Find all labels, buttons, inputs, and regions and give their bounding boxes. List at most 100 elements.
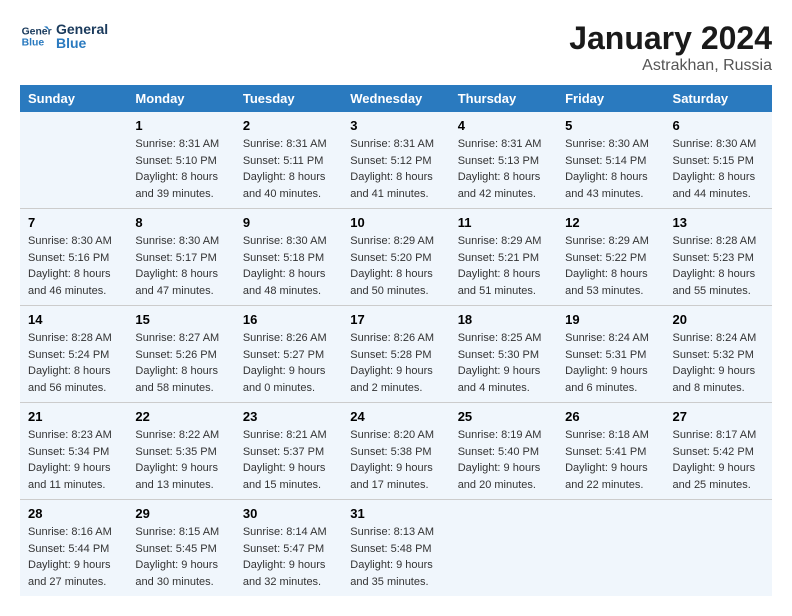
svg-text:Blue: Blue xyxy=(22,38,45,49)
week-row-2: 7Sunrise: 8:30 AMSunset: 5:16 PMDaylight… xyxy=(20,209,772,305)
day-info: Sunrise: 8:17 AMSunset: 5:42 PMDaylight:… xyxy=(673,427,764,493)
calendar-table: SundayMondayTuesdayWednesdayThursdayFrid… xyxy=(20,85,772,596)
calendar-cell xyxy=(665,500,772,596)
day-number: 31 xyxy=(350,506,441,521)
column-header-tuesday: Tuesday xyxy=(235,85,342,112)
day-number: 16 xyxy=(243,312,334,327)
day-number: 19 xyxy=(565,312,656,327)
day-number: 23 xyxy=(243,409,334,424)
calendar-cell: 16Sunrise: 8:26 AMSunset: 5:27 PMDayligh… xyxy=(235,306,342,402)
day-info: Sunrise: 8:22 AMSunset: 5:35 PMDaylight:… xyxy=(135,427,226,493)
day-number: 25 xyxy=(458,409,549,424)
calendar-header-row: SundayMondayTuesdayWednesdayThursdayFrid… xyxy=(20,85,772,112)
day-info: Sunrise: 8:24 AMSunset: 5:31 PMDaylight:… xyxy=(565,330,656,396)
day-info: Sunrise: 8:19 AMSunset: 5:40 PMDaylight:… xyxy=(458,427,549,493)
day-number: 5 xyxy=(565,118,656,133)
calendar-cell: 4Sunrise: 8:31 AMSunset: 5:13 PMDaylight… xyxy=(450,112,557,208)
day-number: 18 xyxy=(458,312,549,327)
logo: General Blue General Blue xyxy=(20,20,108,52)
calendar-cell xyxy=(20,112,127,208)
day-number: 12 xyxy=(565,215,656,230)
calendar-cell: 26 Sunrise: 8:18 AMSunset: 5:41 PMDayligh… xyxy=(557,403,664,499)
day-info: Sunrise: 8:31 AMSunset: 5:11 PMDaylight:… xyxy=(243,136,334,202)
day-info: Sunrise: 8:31 AMSunset: 5:10 PMDaylight:… xyxy=(135,136,226,202)
day-number: 9 xyxy=(243,215,334,230)
column-header-saturday: Saturday xyxy=(665,85,772,112)
day-number: 10 xyxy=(350,215,441,230)
column-header-wednesday: Wednesday xyxy=(342,85,449,112)
calendar-cell: 13 Sunrise: 8:28 AMSunset: 5:23 PMDayligh… xyxy=(665,209,772,305)
calendar-cell: 30 Sunrise: 8:14 AMSunset: 5:47 PMDayligh… xyxy=(235,500,342,596)
calendar-cell: 6Sunrise: 8:30 AMSunset: 5:15 PMDaylight… xyxy=(665,112,772,208)
calendar-cell: 22 Sunrise: 8:22 AMSunset: 5:35 PMDayligh… xyxy=(127,403,234,499)
day-info: Sunrise: 8:14 AMSunset: 5:47 PMDaylight:… xyxy=(243,524,334,590)
calendar-cell: 7Sunrise: 8:30 AMSunset: 5:16 PMDaylight… xyxy=(20,209,127,305)
day-number: 21 xyxy=(28,409,119,424)
day-info: Sunrise: 8:30 AMSunset: 5:18 PMDaylight:… xyxy=(243,233,334,299)
calendar-cell: 21Sunrise: 8:23 AMSunset: 5:34 PMDayligh… xyxy=(20,403,127,499)
calendar-cell: 12 Sunrise: 8:29 AMSunset: 5:22 PMDayligh… xyxy=(557,209,664,305)
calendar-cell: 5 Sunrise: 8:30 AMSunset: 5:14 PMDaylight… xyxy=(557,112,664,208)
week-row-1: 1 Sunrise: 8:31 AMSunset: 5:10 PMDaylight… xyxy=(20,112,772,208)
calendar-cell: 27 Sunrise: 8:17 AMSunset: 5:42 PMDayligh… xyxy=(665,403,772,499)
calendar-cell: 31 Sunrise: 8:13 AMSunset: 5:48 PMDayligh… xyxy=(342,500,449,596)
calendar-cell: 29Sunrise: 8:15 AMSunset: 5:45 PMDayligh… xyxy=(127,500,234,596)
day-number: 22 xyxy=(135,409,226,424)
day-number: 30 xyxy=(243,506,334,521)
page-header: General Blue General Blue January 2024 A… xyxy=(20,20,772,75)
day-info: Sunrise: 8:28 AMSunset: 5:23 PMDaylight:… xyxy=(673,233,764,299)
column-header-friday: Friday xyxy=(557,85,664,112)
calendar-cell: 15Sunrise: 8:27 AMSunset: 5:26 PMDayligh… xyxy=(127,306,234,402)
main-title: January 2024 xyxy=(569,20,772,57)
calendar-cell: 24 Sunrise: 8:20 AMSunset: 5:38 PMDayligh… xyxy=(342,403,449,499)
day-number: 4 xyxy=(458,118,549,133)
day-number: 17 xyxy=(350,312,441,327)
day-info: Sunrise: 8:29 AMSunset: 5:22 PMDaylight:… xyxy=(565,233,656,299)
calendar-cell: 1 Sunrise: 8:31 AMSunset: 5:10 PMDaylight… xyxy=(127,112,234,208)
day-number: 20 xyxy=(673,312,764,327)
day-info: Sunrise: 8:25 AMSunset: 5:30 PMDaylight:… xyxy=(458,330,549,396)
logo-line2: Blue xyxy=(56,35,108,51)
day-info: Sunrise: 8:20 AMSunset: 5:38 PMDaylight:… xyxy=(350,427,441,493)
day-info: Sunrise: 8:30 AMSunset: 5:16 PMDaylight:… xyxy=(28,233,119,299)
calendar-cell: 20 Sunrise: 8:24 AMSunset: 5:32 PMDayligh… xyxy=(665,306,772,402)
day-number: 13 xyxy=(673,215,764,230)
calendar-cell: 17Sunrise: 8:26 AMSunset: 5:28 PMDayligh… xyxy=(342,306,449,402)
calendar-cell: 10 Sunrise: 8:29 AMSunset: 5:20 PMDayligh… xyxy=(342,209,449,305)
day-info: Sunrise: 8:30 AMSunset: 5:15 PMDaylight:… xyxy=(673,136,764,202)
day-number: 28 xyxy=(28,506,119,521)
calendar-cell: 9 Sunrise: 8:30 AMSunset: 5:18 PMDaylight… xyxy=(235,209,342,305)
day-info: Sunrise: 8:15 AMSunset: 5:45 PMDaylight:… xyxy=(135,524,226,590)
day-number: 15 xyxy=(135,312,226,327)
column-header-thursday: Thursday xyxy=(450,85,557,112)
day-number: 8 xyxy=(135,215,226,230)
day-info: Sunrise: 8:13 AMSunset: 5:48 PMDaylight:… xyxy=(350,524,441,590)
day-number: 1 xyxy=(135,118,226,133)
day-info: Sunrise: 8:18 AMSunset: 5:41 PMDaylight:… xyxy=(565,427,656,493)
day-number: 27 xyxy=(673,409,764,424)
day-info: Sunrise: 8:30 AMSunset: 5:17 PMDaylight:… xyxy=(135,233,226,299)
column-header-sunday: Sunday xyxy=(20,85,127,112)
week-row-3: 14 Sunrise: 8:28 AMSunset: 5:24 PMDayligh… xyxy=(20,306,772,402)
day-info: Sunrise: 8:29 AMSunset: 5:20 PMDaylight:… xyxy=(350,233,441,299)
day-number: 26 xyxy=(565,409,656,424)
day-info: Sunrise: 8:24 AMSunset: 5:32 PMDaylight:… xyxy=(673,330,764,396)
calendar-cell: 25 Sunrise: 8:19 AMSunset: 5:40 PMDayligh… xyxy=(450,403,557,499)
subtitle: Astrakhan, Russia xyxy=(569,57,772,75)
day-number: 24 xyxy=(350,409,441,424)
week-row-4: 21Sunrise: 8:23 AMSunset: 5:34 PMDayligh… xyxy=(20,403,772,499)
day-number: 2 xyxy=(243,118,334,133)
day-info: Sunrise: 8:28 AMSunset: 5:24 PMDaylight:… xyxy=(28,330,119,396)
day-info: Sunrise: 8:31 AMSunset: 5:12 PMDaylight:… xyxy=(350,136,441,202)
calendar-body: 1 Sunrise: 8:31 AMSunset: 5:10 PMDaylight… xyxy=(20,112,772,596)
calendar-cell: 18 Sunrise: 8:25 AMSunset: 5:30 PMDayligh… xyxy=(450,306,557,402)
day-number: 14 xyxy=(28,312,119,327)
week-row-5: 28Sunrise: 8:16 AMSunset: 5:44 PMDayligh… xyxy=(20,500,772,596)
calendar-cell: 23Sunrise: 8:21 AMSunset: 5:37 PMDayligh… xyxy=(235,403,342,499)
day-number: 3 xyxy=(350,118,441,133)
calendar-cell: 8 Sunrise: 8:30 AMSunset: 5:17 PMDaylight… xyxy=(127,209,234,305)
column-header-monday: Monday xyxy=(127,85,234,112)
calendar-cell: 28Sunrise: 8:16 AMSunset: 5:44 PMDayligh… xyxy=(20,500,127,596)
day-info: Sunrise: 8:30 AMSunset: 5:14 PMDaylight:… xyxy=(565,136,656,202)
calendar-cell: 14 Sunrise: 8:28 AMSunset: 5:24 PMDayligh… xyxy=(20,306,127,402)
